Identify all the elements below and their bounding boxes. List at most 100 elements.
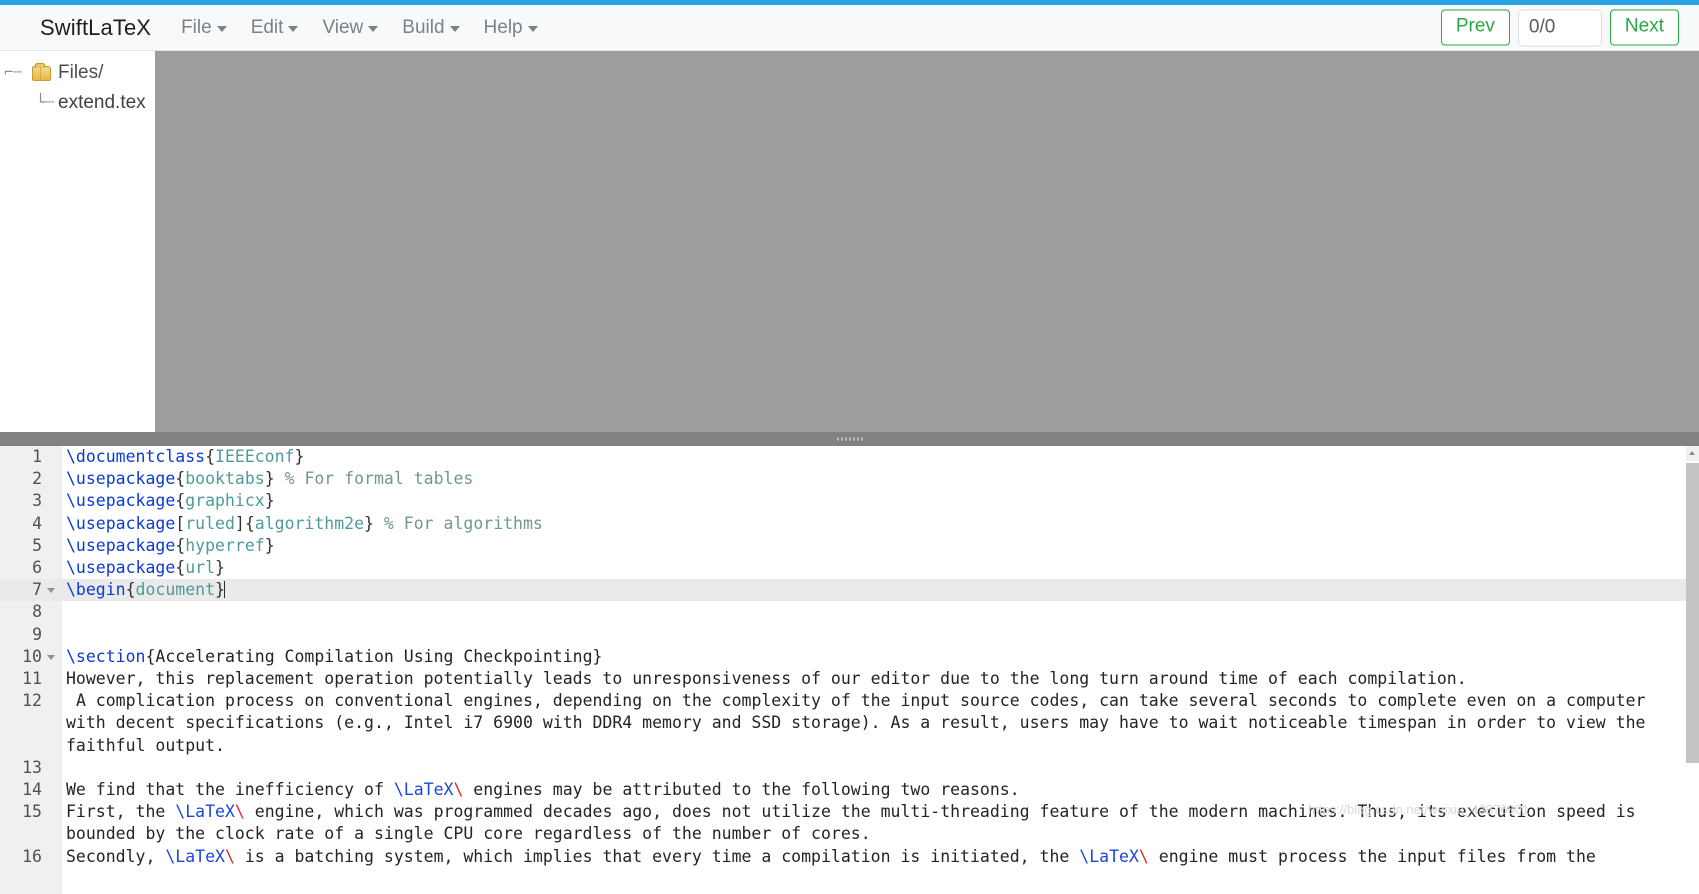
line-number: 14 <box>22 780 42 800</box>
code-token: \usepackage <box>66 491 176 511</box>
code-token: However, this replacement operation pote… <box>66 669 1467 689</box>
code-token: { <box>244 513 255 533</box>
code-line[interactable]: 14 We find that the inefficiency of \LaTe… <box>0 779 1687 801</box>
chevron-down-icon <box>527 26 538 32</box>
code-fold-arrow-icon[interactable] <box>47 654 55 660</box>
line-number: 16 <box>22 846 42 866</box>
editor-vertical-scrollbar[interactable] <box>1686 446 1699 894</box>
pane-splitter[interactable] <box>0 432 1699 446</box>
menu-item-help[interactable]: Help <box>472 13 550 43</box>
pdf-preview-pane[interactable] <box>155 51 1699 432</box>
code-line[interactable]: 3 \usepackage{graphicx} <box>0 490 1687 512</box>
code-token: First, the <box>66 802 176 822</box>
code-token: is a batching system, which implies that… <box>234 846 1080 866</box>
page-nav-controls: Prev Next <box>1440 9 1679 46</box>
line-number: 9 <box>32 624 42 644</box>
line-number: 15 <box>22 802 42 822</box>
menu-item-label: Build <box>402 16 445 38</box>
code-token: \LaTeX <box>393 780 454 800</box>
tree-item-label: extend.tex <box>58 92 146 113</box>
code-editor[interactable]: 1 \documentclass{IEEEconf} 2 \usepackage{bo… <box>0 446 1699 894</box>
code-line[interactable]: 16 Secondly, \LaTeX\ is a batching system… <box>0 846 1687 868</box>
code-token: \LaTeX <box>1079 846 1139 866</box>
menu-item-view[interactable]: View <box>310 13 390 43</box>
code-fold-arrow-icon[interactable] <box>47 588 55 594</box>
tree-item-extend-tex[interactable]: └┄ extend.tex <box>0 89 155 119</box>
code-token: { <box>175 558 186 578</box>
code-token: { <box>125 580 136 600</box>
code-token: \LaTeX <box>175 802 235 822</box>
tree-branch-icon: └┄ <box>36 93 55 111</box>
code-line[interactable]: 9 <box>0 624 1687 646</box>
menu-item-list: File Edit View Build Help <box>169 13 550 43</box>
prev-page-button[interactable]: Prev <box>1440 9 1510 46</box>
menu-item-label: Help <box>483 16 523 38</box>
code-token: % For formal tables <box>274 469 474 489</box>
code-token: \usepackage <box>66 535 176 555</box>
code-token: Secondly, <box>66 846 166 866</box>
code-token: { <box>205 447 216 466</box>
page-number-input[interactable] <box>1517 9 1602 46</box>
code-token: graphicx <box>185 491 265 511</box>
code-token: document <box>135 580 216 600</box>
code-token: booktabs <box>185 469 265 489</box>
file-tree: ⌐┄ Files/ └┄ extend.tex <box>0 51 155 119</box>
code-token: % For algorithms <box>373 513 543 533</box>
next-page-button[interactable]: Next <box>1609 9 1679 46</box>
code-token: \usepackage <box>66 513 176 533</box>
code-token: algorithm2e <box>254 513 365 533</box>
code-token: We find that the inefficiency of <box>66 780 394 800</box>
code-line[interactable]: 12 A complication process on conventiona… <box>0 690 1687 757</box>
code-line[interactable]: 13 <box>0 757 1687 779</box>
line-number: 2 <box>32 469 42 489</box>
code-token: \ <box>234 802 245 822</box>
code-token: { <box>175 491 186 511</box>
tree-item-label: Files/ <box>58 62 104 83</box>
code-line[interactable]: 1 \documentclass{IEEEconf} <box>0 446 1687 468</box>
menu-item-label: View <box>322 16 364 38</box>
code-token: { <box>175 469 186 489</box>
code-token: \usepackage <box>66 558 176 578</box>
menu-item-file[interactable]: File <box>169 13 239 43</box>
line-number: 11 <box>22 669 42 689</box>
line-number: 5 <box>32 535 42 555</box>
code-token: ] <box>234 513 245 533</box>
chevron-down-icon <box>449 26 460 32</box>
code-token: } <box>364 513 374 533</box>
code-line[interactable]: 15 First, the \LaTeX\ engine, which was p… <box>0 801 1687 845</box>
splitter-grip-icon[interactable] <box>836 437 863 441</box>
line-number: 13 <box>22 757 42 777</box>
app-brand: SwiftLaTeX <box>40 14 152 40</box>
line-number: 4 <box>32 513 42 533</box>
line-number: 8 <box>32 602 42 622</box>
code-token: \ <box>453 780 464 800</box>
code-line[interactable]: 11 However, this replacement operation po… <box>0 668 1687 690</box>
tree-expander-icon[interactable]: ⌐┄ <box>4 63 22 81</box>
code-line[interactable]: 7 \begin{document} <box>0 579 1687 602</box>
code-line[interactable]: 6 \usepackage{url} <box>0 557 1687 579</box>
code-token: \usepackage <box>66 469 176 489</box>
code-token: \ <box>1138 846 1149 866</box>
scroll-up-arrow-icon[interactable] <box>1686 446 1699 461</box>
line-number: 3 <box>32 491 42 511</box>
menu-item-build[interactable]: Build <box>390 13 471 43</box>
upper-region: ⌐┄ Files/ └┄ extend.tex <box>0 51 1699 432</box>
code-line[interactable]: 10 \section{Accelerating Compilation Usin… <box>0 646 1687 668</box>
code-line[interactable]: 8 <box>0 601 1687 623</box>
file-tree-sidebar: ⌐┄ Files/ └┄ extend.tex <box>0 51 155 432</box>
code-line[interactable]: 4 \usepackage[ruled]{algorithm2e} % For a… <box>0 513 1687 535</box>
code-token: A complication process on conventional e… <box>66 691 1656 755</box>
menu-item-edit[interactable]: Edit <box>239 13 311 43</box>
code-line[interactable]: 2 \usepackage{booktabs} % For formal tabl… <box>0 468 1687 490</box>
chevron-down-icon <box>368 26 379 32</box>
code-token: \section <box>66 646 146 666</box>
tree-item-files[interactable]: ⌐┄ Files/ <box>0 59 155 89</box>
code-line[interactable]: 5 \usepackage{hyperref} <box>0 535 1687 557</box>
code-token: \documentclass <box>66 447 206 466</box>
code-token: url <box>185 558 216 578</box>
menu-item-label: File <box>181 16 212 38</box>
scrollbar-thumb[interactable] <box>1686 463 1699 763</box>
line-number: 10 <box>22 646 42 666</box>
code-content[interactable]: 1 \documentclass{IEEEconf} 2 \usepackage{bo… <box>0 446 1687 894</box>
code-token: } <box>264 469 275 489</box>
